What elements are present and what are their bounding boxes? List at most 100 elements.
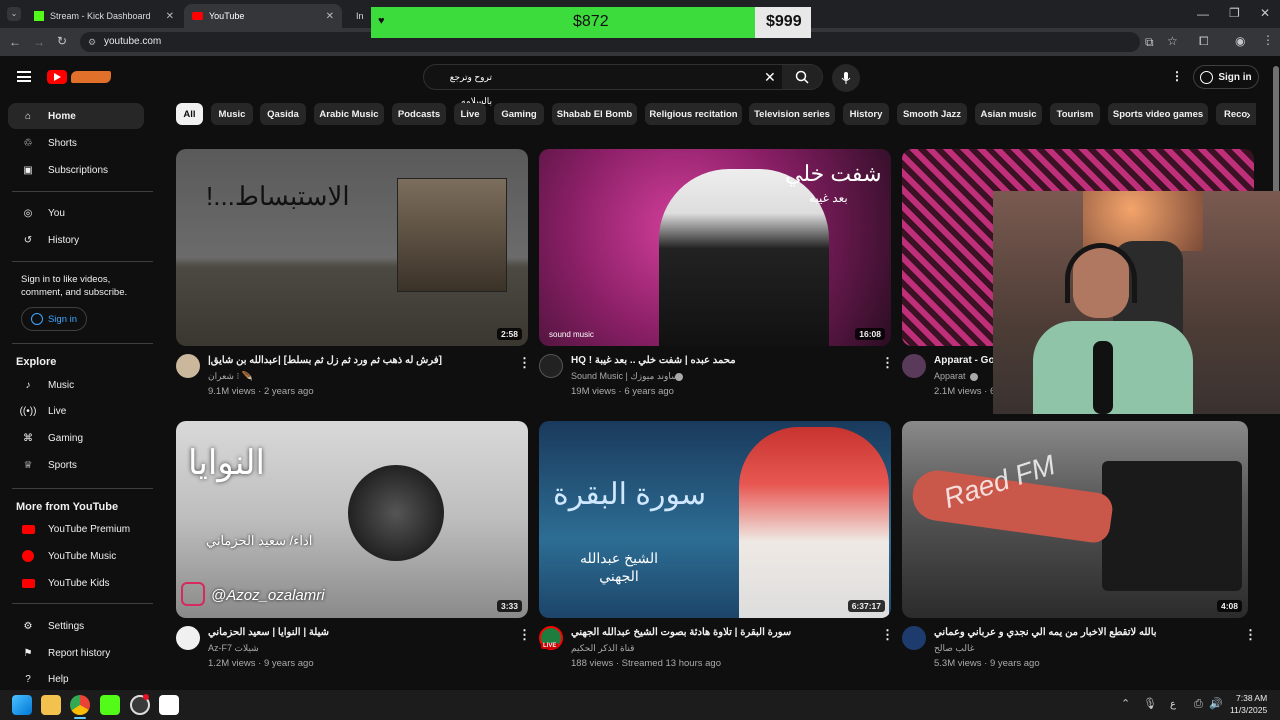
- video-title[interactable]: سورة البقرة | تلاوة هادئة بصوت الشيخ عبد…: [571, 627, 791, 638]
- sidebar-item-youtube-kids[interactable]: YouTube Kids: [8, 570, 144, 596]
- chip-smooth-jazz[interactable]: Smooth Jazz: [897, 103, 967, 125]
- video-thumbnail[interactable]: شفت خلي بعد غيبة sound music 16:08: [539, 149, 891, 346]
- chip-tourism[interactable]: Tourism: [1050, 103, 1100, 125]
- chip-qasida[interactable]: Qasida: [260, 103, 306, 125]
- tab-other[interactable]: In: [344, 4, 370, 28]
- chrome-icon[interactable]: [70, 695, 90, 715]
- close-tab-icon[interactable]: ✕: [326, 11, 334, 22]
- video-title[interactable]: بالله لاتقطع الاخبار من يمه الي نجدي و ع…: [934, 627, 1157, 638]
- minimize-icon[interactable]: —: [1197, 8, 1209, 20]
- chip-history[interactable]: History: [843, 103, 889, 125]
- back-icon[interactable]: ←: [9, 36, 21, 48]
- tray-mic-icon[interactable]: 🎙: [1143, 699, 1157, 710]
- donation-goal: $999: [766, 13, 802, 30]
- sidebar-item-label: Home: [48, 110, 76, 122]
- sidebar-item-sports[interactable]: ♕ Sports: [8, 452, 144, 478]
- tab-kick-dashboard[interactable]: Stream - Kick Dashboard ✕: [26, 4, 182, 28]
- channel-name[interactable]: Apparat: [934, 371, 966, 381]
- channel-name[interactable]: Az-F7 شيلات: [208, 643, 259, 654]
- clear-search-icon[interactable]: ✕: [764, 70, 776, 84]
- video-title[interactable]: Apparat - Go: [934, 355, 995, 366]
- video-title[interactable]: محمد عبده | شفت خلي .. بعد غيبة ! HQ: [571, 355, 736, 366]
- chip-music[interactable]: Music: [211, 103, 253, 125]
- video-title[interactable]: [فرش له ذهب ثم ورد ثم زل ثم بسلط] |عبدال…: [208, 355, 442, 366]
- video-thumbnail[interactable]: الاستبساط...! 2:58: [176, 149, 528, 346]
- clock-time[interactable]: 7:38 AM: [1236, 693, 1267, 703]
- chip-gaming[interactable]: Gaming: [494, 103, 544, 125]
- site-info-icon[interactable]: ⚙: [88, 32, 96, 52]
- profile-icon[interactable]: ◉: [1235, 35, 1245, 47]
- close-tab-icon[interactable]: ✕: [166, 11, 174, 22]
- tab-search-icon[interactable]: ⌄: [7, 7, 21, 21]
- sidebar-item-home[interactable]: ⌂ Home: [8, 103, 144, 129]
- channel-avatar[interactable]: [539, 354, 563, 378]
- chip-all[interactable]: All: [176, 103, 203, 125]
- sidebar-item-gaming[interactable]: ⌘ Gaming: [8, 425, 144, 451]
- tab-youtube[interactable]: YouTube ✕: [184, 4, 342, 28]
- video-thumbnail[interactable]: سورة البقرة الشيخ عبدالله الجهني 6:37:17: [539, 421, 891, 618]
- kick-app-icon[interactable]: [100, 695, 120, 715]
- sidebar-item-subscriptions[interactable]: ▣ Subscriptions: [8, 157, 144, 183]
- sidebar-item-live[interactable]: ((•)) Live: [8, 398, 144, 424]
- video-thumbnail[interactable]: Raed FM 4:08: [902, 421, 1248, 618]
- header-sign-in-button[interactable]: Sign in: [1193, 65, 1259, 89]
- sidebar-item-report-history[interactable]: ⚑ Report history: [8, 640, 144, 666]
- settings-dots-icon[interactable]: ⋮: [1171, 70, 1183, 82]
- sidebar-item-settings[interactable]: ⚙ Settings: [8, 613, 144, 639]
- file-explorer-icon[interactable]: [41, 695, 61, 715]
- network-icon[interactable]: ⎙: [1194, 699, 1203, 710]
- sidebar-item-help[interactable]: ? Help: [8, 666, 144, 692]
- chip-religious-recitation[interactable]: Religious recitation: [645, 103, 742, 125]
- chip-shabab-el-bomb[interactable]: Shabab El Bomb: [552, 103, 637, 125]
- language-indicator[interactable]: ع: [1170, 699, 1176, 710]
- youtube-logo[interactable]: [47, 69, 111, 85]
- channel-avatar[interactable]: [902, 626, 926, 650]
- close-window-icon[interactable]: ✕: [1260, 7, 1270, 19]
- channel-avatar[interactable]: [176, 626, 200, 650]
- sidebar-item-youtube-premium[interactable]: YouTube Premium: [8, 516, 144, 542]
- tray-overflow-icon[interactable]: ⌃: [1121, 699, 1130, 710]
- cast-icon[interactable]: ⧉: [1145, 36, 1154, 48]
- channel-avatar[interactable]: [176, 354, 200, 378]
- chip-sports-video-games[interactable]: Sports video games: [1108, 103, 1208, 125]
- restore-icon[interactable]: ❐: [1229, 7, 1240, 19]
- discord-icon[interactable]: [159, 695, 179, 715]
- channel-name[interactable]: قناة الذكر الحكيم: [571, 643, 634, 654]
- clock-date[interactable]: 11/3/2025: [1230, 705, 1267, 715]
- hamburger-menu-icon[interactable]: [17, 71, 31, 82]
- more-actions-icon[interactable]: ⋮: [518, 627, 531, 643]
- sidebar-item-history[interactable]: ↺ History: [8, 227, 144, 253]
- chip-television-series[interactable]: Television series: [749, 103, 835, 125]
- more-actions-icon[interactable]: ⋮: [1244, 627, 1257, 643]
- chips-next-arrow-icon[interactable]: ›: [1246, 107, 1251, 121]
- forward-icon[interactable]: →: [33, 36, 45, 48]
- extensions-icon[interactable]: ⧠: [1199, 35, 1209, 47]
- bookmark-star-icon[interactable]: ☆: [1167, 35, 1178, 47]
- video-title[interactable]: شيلة | النوايا | سعيد الحزماني: [208, 627, 329, 638]
- channel-name[interactable]: Sound Music | ساوند ميوزك: [571, 371, 679, 382]
- search-input[interactable]: تروح وترجع بالسلامه: [423, 64, 823, 106]
- chip-live[interactable]: Live: [454, 103, 486, 125]
- search-button[interactable]: [782, 65, 822, 89]
- sidebar-item-youtube-music[interactable]: YouTube Music: [8, 543, 144, 569]
- video-thumbnail[interactable]: النوايا اداء/ سعيد الحزماني @Azoz_ozalam…: [176, 421, 528, 618]
- reload-icon[interactable]: ↻: [57, 35, 67, 47]
- channel-name[interactable]: شعران ⁝ 🪶: [208, 371, 253, 382]
- sidebar-sign-in-button[interactable]: Sign in: [21, 307, 87, 331]
- chip-asian-music[interactable]: Asian music: [975, 103, 1042, 125]
- chip-podcasts[interactable]: Podcasts: [392, 103, 446, 125]
- more-actions-icon[interactable]: ⋮: [881, 355, 894, 371]
- browser-menu-icon[interactable]: ⋮: [1262, 34, 1274, 46]
- windows-start-icon[interactable]: [12, 695, 32, 715]
- channel-avatar[interactable]: [902, 354, 926, 378]
- scrollbar-thumb[interactable]: [1273, 66, 1279, 196]
- sidebar-item-shorts[interactable]: ♲ Shorts: [8, 130, 144, 156]
- more-actions-icon[interactable]: ⋮: [518, 355, 531, 371]
- sidebar-item-music[interactable]: ♪ Music: [8, 372, 144, 398]
- voice-search-button[interactable]: [832, 64, 860, 92]
- sidebar-item-you[interactable]: ◎ You: [8, 200, 144, 226]
- chip-arabic-music[interactable]: Arabic Music: [314, 103, 384, 125]
- volume-icon[interactable]: 🔊: [1209, 699, 1223, 710]
- more-actions-icon[interactable]: ⋮: [881, 627, 894, 643]
- channel-name[interactable]: غالب صالح: [934, 643, 974, 654]
